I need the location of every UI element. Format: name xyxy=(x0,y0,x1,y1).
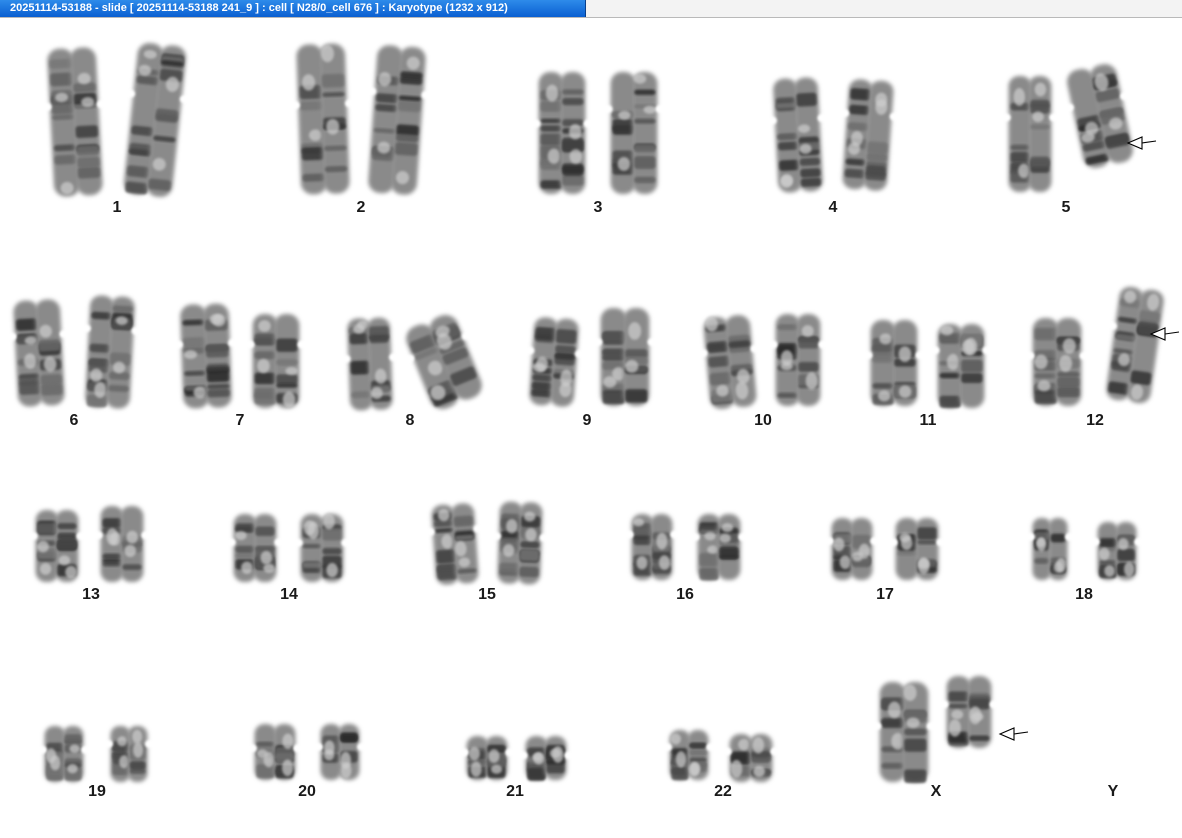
chromosome-label-20: 20 xyxy=(298,783,316,800)
chromosome-label-4: 4 xyxy=(829,199,838,216)
chromosome-19-homolog-1[interactable] xyxy=(37,726,91,782)
chromosome-label-9: 9 xyxy=(583,412,592,429)
chromosome-11-homolog-1[interactable] xyxy=(862,320,926,406)
chromosome-pair-22[interactable] xyxy=(662,730,781,782)
chromosome-label-y: Y xyxy=(1108,783,1119,800)
chromosome-5-homolog-2[interactable] xyxy=(1057,60,1144,172)
chromosome-1-homolog-1[interactable] xyxy=(39,46,112,197)
chromosome-8-homolog-1[interactable] xyxy=(339,317,401,411)
chromosome-pair-17[interactable] xyxy=(823,518,947,580)
chromosome-pair-7[interactable] xyxy=(172,303,308,409)
chromosome-21-homolog-2[interactable] xyxy=(517,736,575,781)
chromosome-2-homolog-2[interactable] xyxy=(359,44,434,196)
chromosome-8-homolog-2[interactable] xyxy=(394,308,493,416)
chromosome-label-13: 13 xyxy=(82,586,100,603)
chromosome-10-homolog-2[interactable] xyxy=(767,314,829,406)
chromosome-pair-1[interactable] xyxy=(39,41,196,199)
chromosome-label-16: 16 xyxy=(676,586,694,603)
chromosome-3-homolog-1[interactable] xyxy=(530,72,594,194)
chromosome-label-19: 19 xyxy=(88,783,106,800)
chromosome-pair-19[interactable] xyxy=(37,726,155,782)
chromosome-label-2: 2 xyxy=(357,199,366,216)
chromosome-pair-x[interactable] xyxy=(871,676,1000,783)
chromosome-13-homolog-2[interactable] xyxy=(92,506,152,582)
chromosome-16-homolog-1[interactable] xyxy=(623,514,681,580)
chromosome-4-homolog-1[interactable] xyxy=(765,76,831,193)
chromosome-16-homolog-2[interactable] xyxy=(689,514,749,581)
chromosome-17-homolog-1[interactable] xyxy=(823,518,881,580)
chromosome-label-22: 22 xyxy=(714,783,732,800)
chromosome-label-21: 21 xyxy=(506,783,524,800)
chromosome-label-18: 18 xyxy=(1075,586,1093,603)
chromosome-pair-9[interactable] xyxy=(521,308,658,408)
chromosome-pair-14[interactable] xyxy=(225,513,352,582)
chromosome-pair-18[interactable] xyxy=(1025,518,1144,580)
chromosome-pair-13[interactable] xyxy=(27,506,152,582)
chromosome-pair-20[interactable] xyxy=(246,724,367,780)
chromosome-20-homolog-1[interactable] xyxy=(246,724,304,780)
chromosome-17-homolog-2[interactable] xyxy=(887,518,947,580)
chromosome-3-homolog-2[interactable] xyxy=(602,72,666,194)
chromosome-label-6: 6 xyxy=(70,412,79,429)
chromosome-20-homolog-2[interactable] xyxy=(313,724,367,780)
chromosome-18-homolog-1[interactable] xyxy=(1025,518,1075,580)
chromosome-14-homolog-1[interactable] xyxy=(225,514,285,582)
chromosome-6-homolog-2[interactable] xyxy=(77,294,143,409)
chromosome-pair-12[interactable] xyxy=(1024,284,1173,406)
karyogram-canvas: 1 2 3 4 56 7 8 9 10 11 1213 14 15 16 17 1819 20 21 22 X Y xyxy=(5,41,1180,800)
chromosome-6-homolog-1[interactable] xyxy=(5,298,73,407)
chromosome-14-homolog-2[interactable] xyxy=(292,513,352,582)
chromosome-label-x: X xyxy=(931,783,942,800)
chromosome-pair-10[interactable] xyxy=(695,312,829,410)
chromosome-5-homolog-1[interactable] xyxy=(1000,76,1060,192)
chromosome-2-homolog-1[interactable] xyxy=(288,43,358,195)
chromosome-12-homolog-2[interactable] xyxy=(1097,284,1173,405)
chromosome-7-homolog-1[interactable] xyxy=(172,303,241,409)
chromosome-11-homolog-2[interactable] xyxy=(929,324,993,408)
chromosome-18-homolog-2[interactable] xyxy=(1090,522,1144,580)
chromosome-pair-11[interactable] xyxy=(862,320,993,408)
chromosome-19-homolog-2[interactable] xyxy=(103,726,155,782)
chromosome-13-homolog-1[interactable] xyxy=(27,510,87,582)
chromosome-pair-6[interactable] xyxy=(5,294,143,409)
chromosome-label-11: 11 xyxy=(920,412,937,429)
chromosome-4-homolog-2[interactable] xyxy=(834,78,902,192)
chromosome-pair-8[interactable] xyxy=(339,308,493,416)
chromosome-x-homolog-2[interactable] xyxy=(938,676,1000,748)
chromosome-9-homolog-2[interactable] xyxy=(592,308,658,406)
chromosome-15-homolog-1[interactable] xyxy=(423,502,487,586)
chromosome-1-homolog-2[interactable] xyxy=(115,41,196,199)
chromosome-label-15: 15 xyxy=(478,586,496,603)
chromosome-12-homolog-1[interactable] xyxy=(1024,318,1090,406)
chromosome-label-7: 7 xyxy=(236,412,245,429)
chromosome-label-17: 17 xyxy=(876,586,894,603)
chromosome-15-homolog-2[interactable] xyxy=(489,501,550,585)
chromosome-x-homolog-1[interactable] xyxy=(871,682,937,783)
chromosome-label-3: 3 xyxy=(594,199,603,216)
abnormality-arrow-icon-x xyxy=(998,727,1029,741)
chromosome-pair-4[interactable] xyxy=(765,76,902,193)
chromosome-7-homolog-2[interactable] xyxy=(244,314,308,408)
chromosome-label-1: 1 xyxy=(113,199,122,216)
chromosome-pair-2[interactable] xyxy=(288,43,435,196)
chromosome-21-homolog-1[interactable] xyxy=(458,736,516,780)
chromosome-pair-16[interactable] xyxy=(623,514,749,581)
chromosome-label-12: 12 xyxy=(1086,412,1104,429)
chromosome-pair-21[interactable] xyxy=(458,736,575,781)
chromosome-pair-15[interactable] xyxy=(423,501,551,586)
chromosome-label-14: 14 xyxy=(280,586,298,603)
chromosome-22-homolog-2[interactable] xyxy=(721,734,781,782)
chromosome-22-homolog-1[interactable] xyxy=(662,730,716,781)
chromosome-label-10: 10 xyxy=(754,412,772,429)
chromosome-pair-3[interactable] xyxy=(530,72,666,194)
chromosome-10-homolog-1[interactable] xyxy=(695,312,766,410)
chromosome-label-5: 5 xyxy=(1062,199,1071,216)
chromosome-pair-5[interactable] xyxy=(1000,60,1144,192)
chromosome-9-homolog-1[interactable] xyxy=(521,316,588,408)
chromosome-label-8: 8 xyxy=(406,412,415,429)
